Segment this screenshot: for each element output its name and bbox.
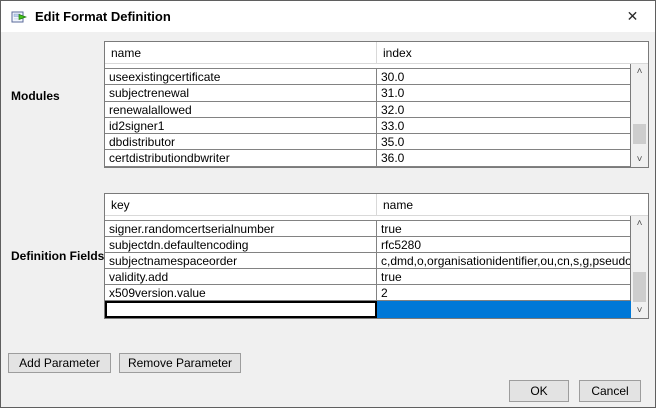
scroll-down-button[interactable]: ˅ — [631, 303, 648, 318]
table-cell: 36.0 — [377, 150, 630, 165]
new-name-selected-cell[interactable] — [377, 301, 631, 318]
table-cell: subjectrenewal — [105, 85, 377, 100]
fields-table-header: key name — [105, 194, 648, 216]
scroll-up-icon: ˄ — [637, 67, 643, 77]
table-cell: subjectdn.defaultencoding — [105, 237, 377, 252]
fields-header-name[interactable]: name — [377, 194, 648, 215]
selected-new-row — [105, 301, 631, 318]
scroll-down-icon: ˅ — [637, 306, 643, 316]
table-cell: useexistingcertificate — [105, 69, 377, 84]
table-row[interactable]: dbdistributor35.0 — [105, 134, 630, 150]
table-row[interactable]: signer.randomcertserialnumbertrue — [105, 221, 630, 237]
table-cell: validity.add — [105, 269, 377, 284]
scroll-down-icon: ˅ — [637, 155, 643, 165]
cancel-button[interactable]: Cancel — [579, 380, 641, 402]
table-row[interactable]: useexistingcertificate30.0 — [105, 69, 630, 85]
scroll-up-icon: ˄ — [637, 219, 643, 229]
close-button[interactable]: ✕ — [610, 1, 655, 32]
definition-fields-label: Definition Fields — [11, 249, 104, 263]
table-row[interactable]: renewalallowed32.0 — [105, 102, 630, 118]
modules-table-body: useexistingcertificate30.0subjectrenewal… — [105, 64, 631, 167]
add-parameter-button[interactable]: Add Parameter — [8, 353, 111, 373]
table-cell: dbdistributor — [105, 134, 377, 149]
table-cell: certdistributiondbwriter — [105, 150, 377, 165]
definition-fields-table: key name signer.randomcertserialnumbertr… — [104, 193, 649, 319]
table-cell: 30.0 — [377, 69, 630, 84]
table-row[interactable]: validity.addtrue — [105, 269, 630, 285]
table-row[interactable]: certdistributiondbwriter36.0 — [105, 150, 630, 166]
app-icon — [11, 9, 27, 25]
table-cell: 32.0 — [377, 102, 630, 117]
scrollbar-thumb[interactable] — [633, 272, 646, 302]
fields-scrollbar[interactable]: ˄ ˅ — [631, 216, 648, 318]
table-row[interactable]: subjectnamespaceorderc,dmd,o,organisatio… — [105, 253, 630, 269]
scroll-down-button[interactable]: ˅ — [631, 152, 648, 167]
table-cell: rfc5280 — [377, 237, 630, 252]
table-cell: 33.0 — [377, 118, 630, 133]
scroll-up-button[interactable]: ˄ — [631, 64, 648, 79]
title-bar: Edit Format Definition ✕ — [1, 1, 655, 32]
remove-parameter-button[interactable]: Remove Parameter — [119, 353, 241, 373]
modules-header-name[interactable]: name — [105, 42, 377, 63]
edit-format-definition-dialog: Edit Format Definition ✕ Modules Definit… — [0, 0, 656, 408]
table-row[interactable]: x509version.value2 — [105, 285, 630, 301]
fields-header-key[interactable]: key — [105, 194, 377, 215]
scrollbar-thumb[interactable] — [633, 124, 646, 144]
modules-table: name index useexistingcertificate30.0sub… — [104, 41, 649, 168]
scroll-up-button[interactable]: ˄ — [631, 216, 648, 231]
table-cell: 2 — [377, 285, 630, 300]
table-cell: id2signer1 — [105, 118, 377, 133]
table-row[interactable]: subjectdn.defaultencodingrfc5280 — [105, 237, 630, 253]
table-cell: 31.0 — [377, 85, 630, 100]
modules-label: Modules — [11, 89, 60, 103]
table-cell: 35.0 — [377, 134, 630, 149]
table-cell: true — [377, 221, 630, 236]
new-key-edit-cell[interactable] — [105, 301, 377, 318]
table-row[interactable]: id2signer133.0 — [105, 118, 630, 134]
table-cell: renewalallowed — [105, 102, 377, 117]
close-icon: ✕ — [627, 8, 639, 25]
table-cell: subjectnamespaceorder — [105, 253, 377, 268]
table-cell: true — [377, 269, 630, 284]
table-cell: c,dmd,o,organisationidentifier,ou,cn,s,g… — [377, 253, 630, 268]
table-row[interactable]: subjectrenewal31.0 — [105, 85, 630, 101]
table-cell: signer.randomcertserialnumber — [105, 221, 377, 236]
dialog-title: Edit Format Definition — [35, 9, 171, 24]
table-cell: x509version.value — [105, 285, 377, 300]
modules-scrollbar[interactable]: ˄ ˅ — [631, 64, 648, 167]
modules-header-index[interactable]: index — [377, 42, 648, 63]
ok-button[interactable]: OK — [509, 380, 569, 402]
modules-table-header: name index — [105, 42, 648, 64]
